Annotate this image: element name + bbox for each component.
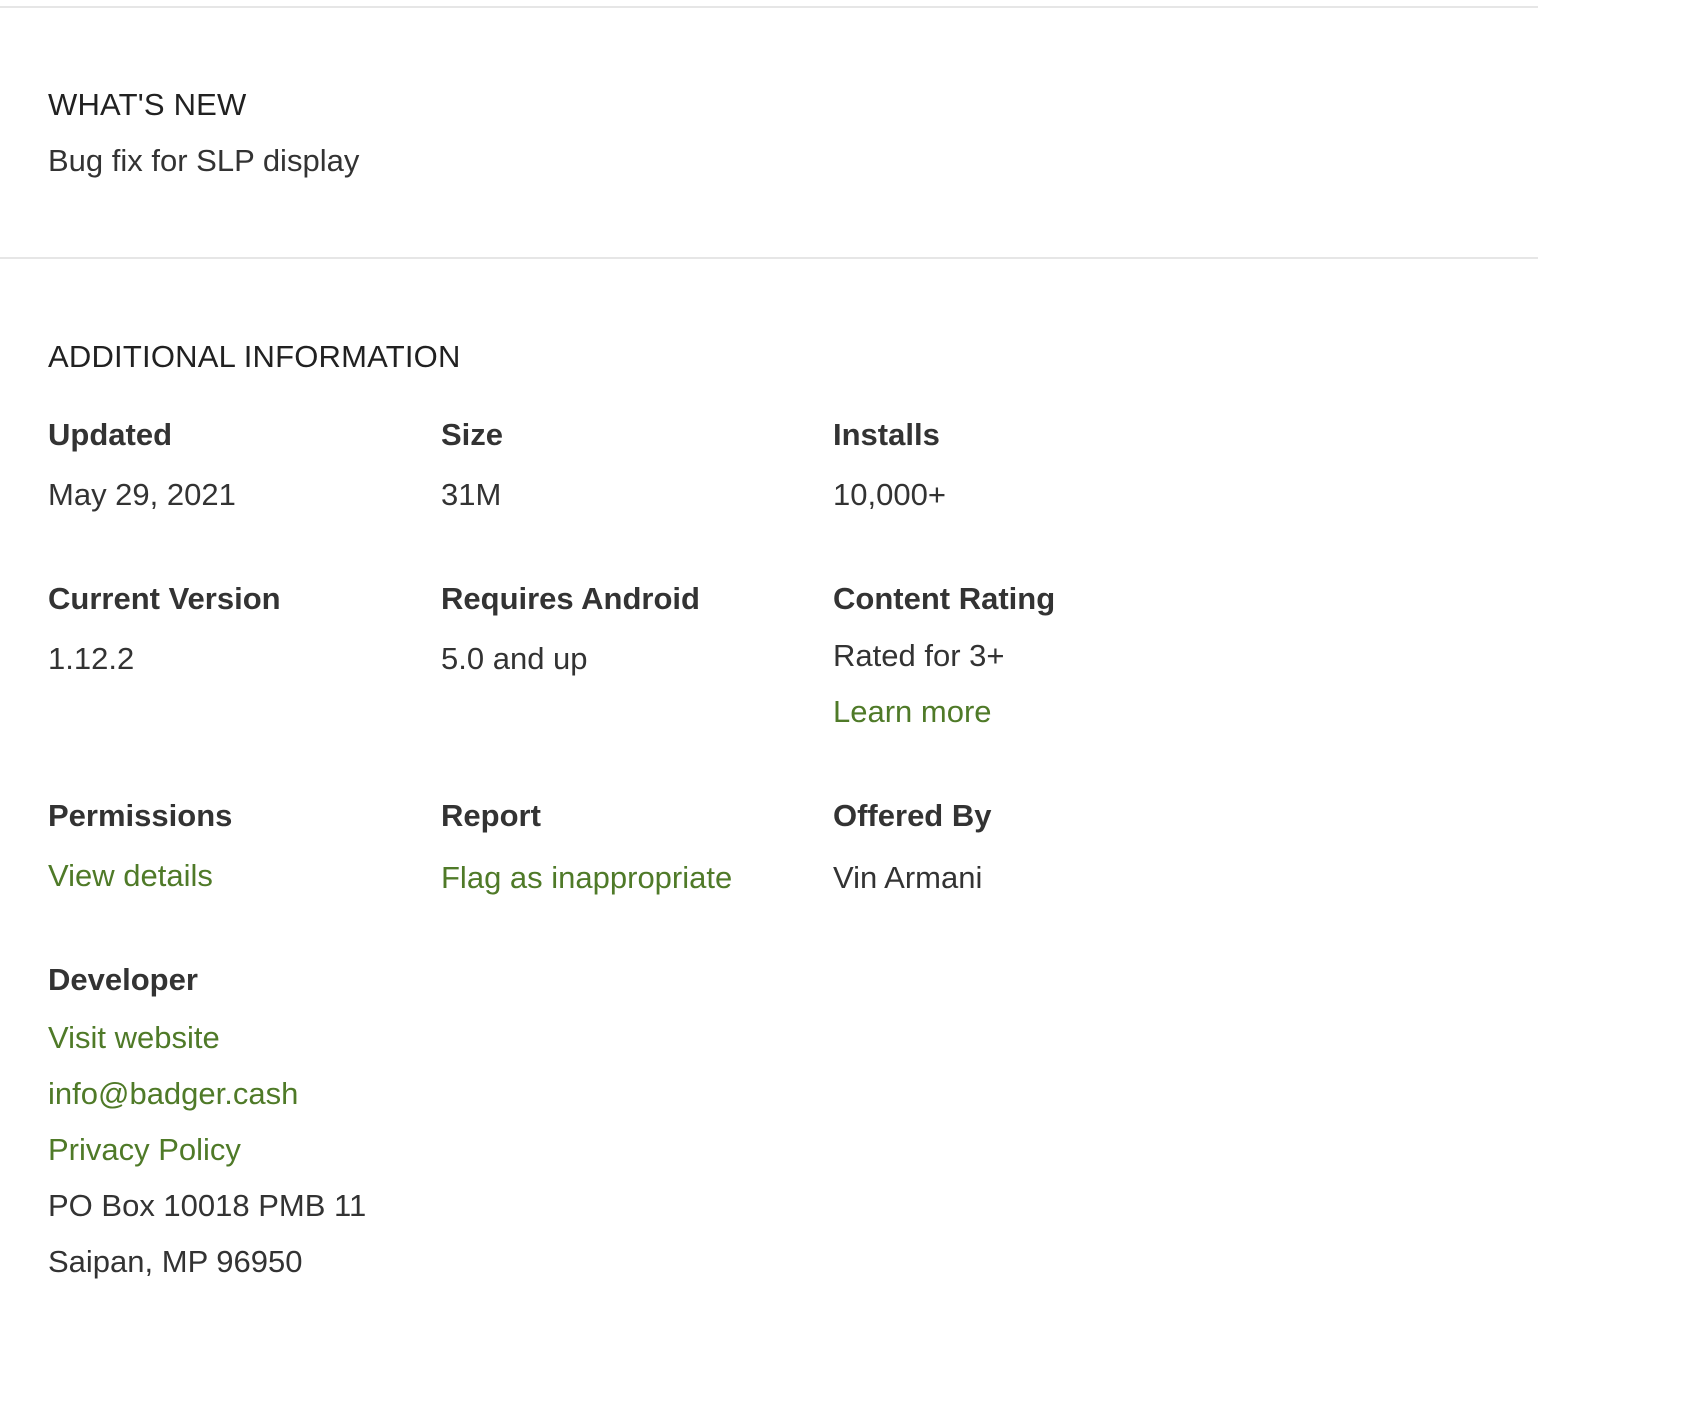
whats-new-text: Bug fix for SLP display <box>48 143 360 178</box>
permissions-label: Permissions <box>48 798 233 833</box>
info-offered-by: Offered By Vin Armani <box>833 800 1213 893</box>
section-divider <box>0 257 1538 259</box>
info-current-version: Current Version 1.12.2 <box>48 583 428 674</box>
size-value: 31M <box>441 477 502 512</box>
info-size: Size 31M <box>441 419 821 510</box>
offered-by-label: Offered By <box>833 798 992 833</box>
updated-value: May 29, 2021 <box>48 477 236 512</box>
info-developer: Developer Visit website info@badger.cash… <box>48 964 428 1277</box>
developer-email-link[interactable]: info@badger.cash <box>48 1078 428 1109</box>
content-rating-value: Rated for 3+ <box>833 638 1005 673</box>
view-details-link[interactable]: View details <box>48 860 428 891</box>
flag-inappropriate-link[interactable]: Flag as inappropriate <box>441 862 821 893</box>
installs-label: Installs <box>833 417 940 452</box>
whats-new-heading: WHAT'S NEW <box>48 87 247 122</box>
info-permissions: Permissions View details <box>48 800 428 891</box>
report-label: Report <box>441 798 541 833</box>
developer-address-line1: PO Box 10018 PMB 11 <box>48 1188 367 1223</box>
info-report: Report Flag as inappropriate <box>441 800 821 893</box>
installs-value: 10,000+ <box>833 477 946 512</box>
content-rating-label: Content Rating <box>833 581 1056 616</box>
current-version-label: Current Version <box>48 581 281 616</box>
developer-address-line2: Saipan, MP 96950 <box>48 1244 303 1279</box>
info-installs: Installs 10,000+ <box>833 419 1213 510</box>
requires-android-label: Requires Android <box>441 581 700 616</box>
size-label: Size <box>441 417 504 452</box>
info-updated: Updated May 29, 2021 <box>48 419 428 510</box>
privacy-policy-link[interactable]: Privacy Policy <box>48 1134 428 1165</box>
learn-more-link[interactable]: Learn more <box>833 696 1213 727</box>
current-version-value: 1.12.2 <box>48 641 135 676</box>
requires-android-value: 5.0 and up <box>441 641 588 676</box>
section-divider-top <box>0 6 1538 8</box>
additional-info-heading: ADDITIONAL INFORMATION <box>48 339 461 374</box>
info-content-rating: Content Rating Rated for 3+ Learn more <box>833 583 1213 727</box>
info-requires-android: Requires Android 5.0 and up <box>441 583 821 674</box>
developer-label: Developer <box>48 962 198 997</box>
visit-website-link[interactable]: Visit website <box>48 1022 428 1053</box>
updated-label: Updated <box>48 417 172 452</box>
offered-by-value: Vin Armani <box>833 860 983 895</box>
